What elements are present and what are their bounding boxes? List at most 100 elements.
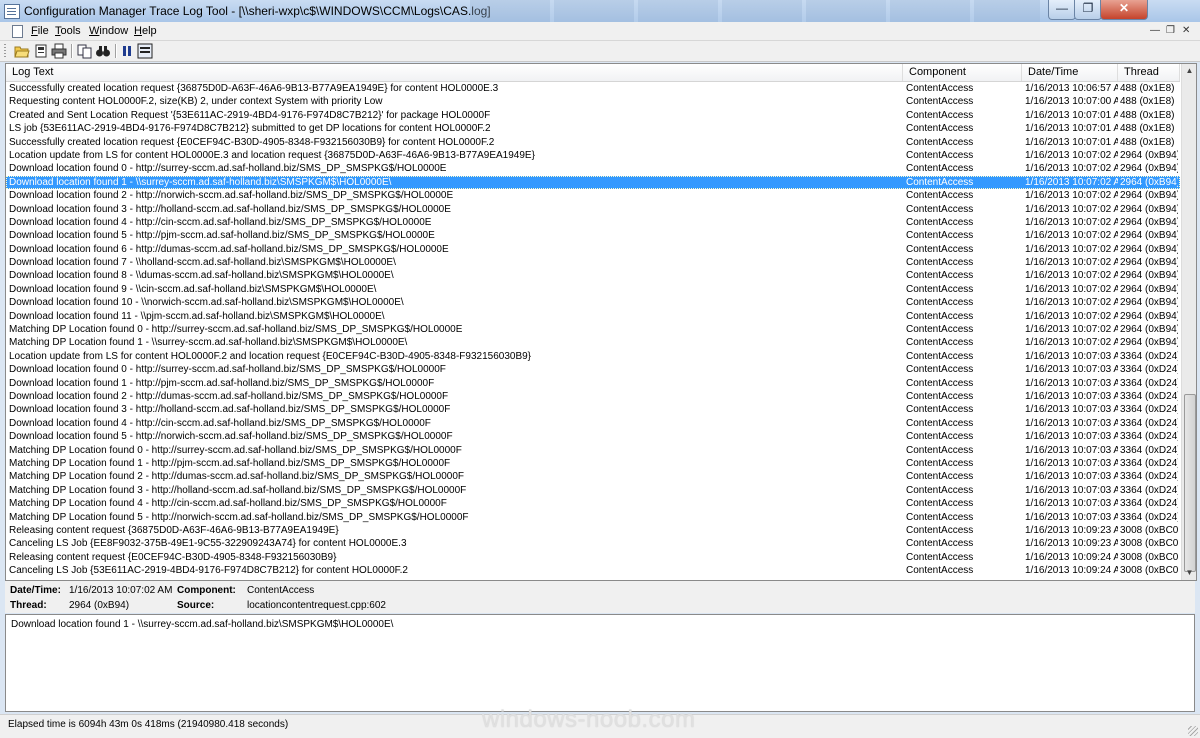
document-icon[interactable] xyxy=(12,25,23,38)
thread-cell: 3008 (0xBC0) xyxy=(1120,565,1178,577)
log-text-cell: Download location found 3 - http://holla… xyxy=(9,203,451,215)
component-cell: ContentAccess xyxy=(906,203,974,215)
menu-tools[interactable]: Tools xyxy=(55,25,81,37)
table-row[interactable]: Canceling LS Job {EE8F9032-375B-49E1-9C5… xyxy=(6,537,1180,550)
scroll-down-icon[interactable]: ▼ xyxy=(1184,568,1195,578)
column-thread[interactable]: Thread xyxy=(1118,64,1180,81)
toolbar-grip[interactable] xyxy=(4,44,6,58)
datetime-cell: 1/16/2013 10:07:02 AM xyxy=(1025,203,1118,215)
log-text-cell: Location update from LS for content HOL0… xyxy=(9,149,535,161)
thread-cell: 2964 (0xB94) xyxy=(1120,310,1178,322)
window-title: Configuration Manager Trace Log Tool - [… xyxy=(24,4,491,18)
scroll-up-icon[interactable]: ▲ xyxy=(1184,66,1195,76)
resize-grip[interactable] xyxy=(1188,726,1198,736)
close-button[interactable]: ✕ xyxy=(1100,0,1148,20)
table-row[interactable]: Download location found 1 - http://pjm-s… xyxy=(6,377,1180,390)
table-row[interactable]: Successfully created location request {3… xyxy=(6,82,1180,95)
menu-help[interactable]: Help xyxy=(134,25,157,37)
table-row[interactable]: Matching DP Location found 5 - http://no… xyxy=(6,511,1180,524)
log-text-cell: Download location found 3 - http://holla… xyxy=(9,404,451,416)
table-row[interactable]: Created and Sent Location Request '{53E6… xyxy=(6,109,1180,122)
watermark: windows-noob.com xyxy=(482,706,696,733)
open-icon[interactable] xyxy=(14,43,30,59)
table-row[interactable]: Location update from LS for content HOL0… xyxy=(6,350,1180,363)
table-row[interactable]: Download location found 0 - http://surre… xyxy=(6,363,1180,376)
datetime-value: 1/16/2013 10:07:02 AM xyxy=(69,585,173,596)
minimize-button[interactable]: — xyxy=(1048,0,1076,20)
table-row[interactable]: Download location found 8 - \\dumas-sccm… xyxy=(6,269,1180,282)
message-box[interactable]: Download location found 1 - \\surrey-scc… xyxy=(5,614,1195,712)
component-cell: ContentAccess xyxy=(906,444,974,456)
column-log-text[interactable]: Log Text xyxy=(6,64,903,81)
log-text-cell: Matching DP Location found 1 - http://pj… xyxy=(9,457,451,469)
table-row[interactable]: Matching DP Location found 1 - http://pj… xyxy=(6,457,1180,470)
mdi-restore-button[interactable]: ❐ xyxy=(1166,25,1175,36)
thread-cell: 3008 (0xBC0) xyxy=(1120,538,1178,550)
table-row[interactable]: Requesting content HOL0000F.2, size(KB) … xyxy=(6,95,1180,108)
column-datetime[interactable]: Date/Time xyxy=(1022,64,1118,81)
table-row[interactable]: Download location found 3 - http://holla… xyxy=(6,403,1180,416)
table-row[interactable]: Download location found 5 - http://pjm-s… xyxy=(6,229,1180,242)
component-cell: ContentAccess xyxy=(906,230,974,242)
component-cell: ContentAccess xyxy=(906,216,974,228)
table-row[interactable]: Download location found 2 - http://dumas… xyxy=(6,390,1180,403)
column-component[interactable]: Component xyxy=(903,64,1022,81)
log-text-cell: Download location found 9 - \\cin-sccm.a… xyxy=(9,283,377,295)
datetime-cell: 1/16/2013 10:07:02 AM xyxy=(1025,324,1118,336)
component-cell: ContentAccess xyxy=(906,297,974,309)
table-row[interactable]: Matching DP Location found 3 - http://ho… xyxy=(6,484,1180,497)
highlight-icon[interactable] xyxy=(137,43,153,59)
maximize-button[interactable]: ❐ xyxy=(1074,0,1102,20)
thread-cell: 2964 (0xB94) xyxy=(1120,337,1178,349)
datetime-cell: 1/16/2013 10:07:02 AM xyxy=(1025,163,1118,175)
log-text-cell: Download location found 7 - \\holland-sc… xyxy=(9,257,396,269)
table-row[interactable]: Releasing content request {36875D0D-A63F… xyxy=(6,524,1180,537)
title-bar: Configuration Manager Trace Log Tool - [… xyxy=(0,0,1200,23)
table-row[interactable]: Matching DP Location found 1 - \\surrey-… xyxy=(6,336,1180,349)
table-row[interactable]: Download location found 11 - \\pjm-sccm.… xyxy=(6,310,1180,323)
component-cell: ContentAccess xyxy=(906,538,974,550)
table-row[interactable]: Download location found 4 - http://cin-s… xyxy=(6,417,1180,430)
table-row[interactable]: Matching DP Location found 0 - http://su… xyxy=(6,444,1180,457)
table-row[interactable]: Location update from LS for content HOL0… xyxy=(6,149,1180,162)
table-row[interactable]: Download location found 9 - \\cin-sccm.a… xyxy=(6,283,1180,296)
thread-cell: 488 (0x1E8) xyxy=(1120,83,1175,94)
table-row[interactable]: Releasing content request {E0CEF94C-B30D… xyxy=(6,551,1180,564)
menu-file[interactable]: File xyxy=(31,25,49,37)
print-preview-icon[interactable] xyxy=(33,43,49,59)
log-text-cell: Download location found 2 - http://norwi… xyxy=(9,190,454,202)
thread-cell: 2964 (0xB94) xyxy=(1120,216,1178,228)
table-row[interactable]: Download location found 4 - http://cin-s… xyxy=(6,216,1180,229)
datetime-cell: 1/16/2013 10:07:02 AM xyxy=(1025,243,1118,255)
table-row[interactable]: Download location found 1 - \\surrey-scc… xyxy=(6,175,1180,190)
table-row[interactable]: Matching DP Location found 0 - http://su… xyxy=(6,323,1180,336)
copy-icon[interactable] xyxy=(77,43,93,59)
thread-cell: 3364 (0xD24) xyxy=(1120,431,1178,443)
vertical-scrollbar[interactable]: ▲ ▼ xyxy=(1181,64,1196,580)
mdi-close-button[interactable]: ✕ xyxy=(1182,25,1190,36)
table-row[interactable]: Matching DP Location found 2 - http://du… xyxy=(6,470,1180,483)
table-row[interactable]: Download location found 7 - \\holland-sc… xyxy=(6,256,1180,269)
table-row[interactable]: Download location found 2 - http://norwi… xyxy=(6,189,1180,202)
table-row[interactable]: Canceling LS Job {53E611AC-2919-4BD4-917… xyxy=(6,564,1180,577)
table-row[interactable]: Download location found 6 - http://dumas… xyxy=(6,243,1180,256)
datetime-cell: 1/16/2013 10:07:03 AM xyxy=(1025,350,1118,362)
table-row[interactable]: Download location found 10 - \\norwich-s… xyxy=(6,296,1180,309)
datetime-cell: 1/16/2013 10:09:23 AM xyxy=(1025,524,1118,536)
table-row[interactable]: Download location found 0 - http://surre… xyxy=(6,162,1180,175)
table-row[interactable]: Matching DP Location found 4 - http://ci… xyxy=(6,497,1180,510)
mdi-minimize-button[interactable]: — xyxy=(1150,25,1160,36)
table-row[interactable]: Download location found 3 - http://holla… xyxy=(6,203,1180,216)
pause-icon[interactable] xyxy=(119,43,135,59)
menu-window[interactable]: Window xyxy=(89,25,128,37)
print-icon[interactable] xyxy=(51,43,67,59)
find-icon[interactable] xyxy=(95,43,111,59)
toolbar-separator xyxy=(71,44,72,58)
log-list[interactable]: Log Text Component Date/Time Thread Succ… xyxy=(5,63,1197,581)
table-row[interactable]: Download location found 5 - http://norwi… xyxy=(6,430,1180,443)
scroll-thumb[interactable] xyxy=(1184,394,1196,572)
thread-cell: 488 (0x1E8) xyxy=(1120,109,1175,121)
table-row[interactable]: Successfully created location request {E… xyxy=(6,136,1180,149)
table-row[interactable]: LS job {53E611AC-2919-4BD4-9176-F974D8C7… xyxy=(6,122,1180,135)
log-text-cell: Matching DP Location found 0 - http://su… xyxy=(9,324,463,336)
